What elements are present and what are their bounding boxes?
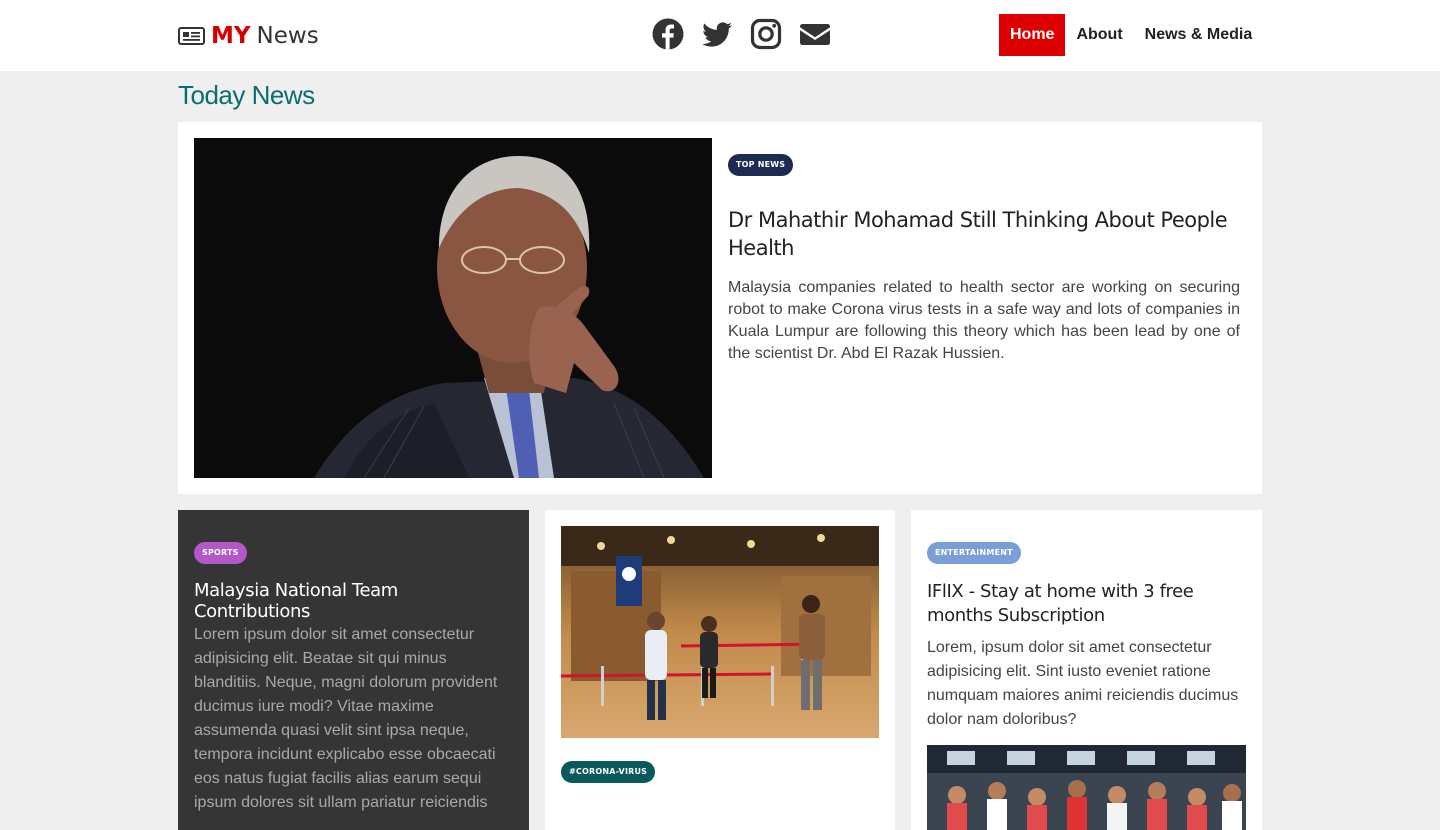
nav-home[interactable]: Home [999,14,1066,56]
main-nav: Home About News & Media [999,14,1263,56]
news-card-entertainment[interactable]: ENTERTAINMENT IFlIX - Stay at home with … [911,510,1262,830]
status-badge[interactable]: #CORONA-VIRUS [561,761,656,783]
status-badge[interactable]: TOP NEWS [728,154,794,176]
twitter-icon[interactable] [701,18,733,50]
instagram-icon[interactable] [750,18,782,50]
card-image[interactable] [561,526,879,738]
card-text: Lorem ipsum dolor sit amet consectetur a… [194,626,498,811]
brand-news: News [256,23,319,49]
news-card-sports[interactable]: SPORTS Malaysia National Team Contributi… [178,510,529,830]
card-image[interactable] [927,745,1246,830]
nav-about[interactable]: About [1065,14,1133,56]
news-card-corona[interactable]: #CORONA-VIRUS [545,510,895,830]
card-text: Lorem, ipsum dolor sit amet consectetur … [927,639,1239,728]
social-links [652,18,831,50]
brand-my: MY [211,23,251,49]
status-badge[interactable]: ENTERTAINMENT [927,542,1021,564]
site-header: MY News Home About News & Media [0,0,1440,71]
status-badge[interactable]: SPORTS [194,542,247,564]
featured-article[interactable]: TOP NEWS Dr Mahathir Mohamad Still Think… [178,122,1262,494]
card-title[interactable]: Malaysia National Team Contributions [194,580,514,622]
site-logo[interactable]: MY News [178,20,319,52]
nav-news-media[interactable]: News & Media [1134,14,1264,56]
featured-title[interactable]: Dr Mahathir Mohamad Still Thinking About… [728,206,1228,262]
facebook-icon[interactable] [652,18,684,50]
newspaper-icon [178,27,205,45]
page-title: Today News [178,80,315,110]
envelope-icon[interactable] [799,18,831,50]
featured-text: Malaysia companies related to health sec… [728,279,1240,362]
card-title[interactable]: IFlIX - Stay at home with 3 free months … [927,580,1247,628]
featured-image[interactable] [194,138,712,478]
